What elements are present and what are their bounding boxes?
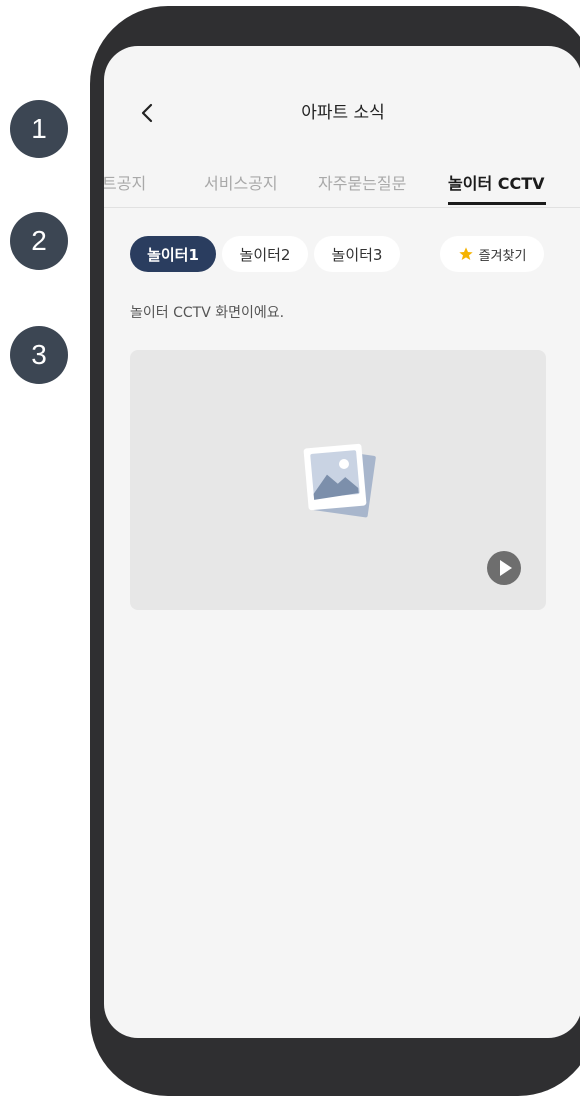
app-header: 아파트 소식 [104,46,580,172]
page-title: 아파트 소식 [301,103,385,123]
tab-divider [104,207,580,208]
cctv-video-player[interactable] [130,350,546,610]
tab-faq[interactable]: 자주묻는질문 [318,170,406,194]
chip-playground-1[interactable]: 놀이터1 [130,236,216,272]
tab-bar: 트공지 서비스공지 자주묻는질문 놀이터 CCTV [104,164,580,208]
favorite-button[interactable]: 즐겨찾기 [440,236,544,272]
chip-playground-2[interactable]: 놀이터2 [222,236,308,272]
star-icon [458,247,473,260]
tab-service-notice[interactable]: 서비스공지 [204,170,278,194]
phone-screen: 아파트 소식 트공지 서비스공지 자주묻는질문 놀이터 CCTV 놀이터1 놀이… [104,46,580,1038]
chip-playground-3[interactable]: 놀이터3 [314,236,400,272]
favorite-label: 즐겨찾기 [478,248,527,264]
active-tab-indicator [448,202,546,205]
step-badge-3: 3 [10,326,68,384]
tab-apartment-notice[interactable]: 트공지 [104,170,146,194]
description-text: 놀이터 CCTV 화면이에요. [130,305,285,321]
step-badge-2: 2 [10,212,68,270]
step-badge-1: 1 [10,100,68,158]
tab-playground-cctv[interactable]: 놀이터 CCTV [448,170,545,194]
play-icon[interactable] [486,550,522,586]
image-placeholder-icon [303,443,376,518]
